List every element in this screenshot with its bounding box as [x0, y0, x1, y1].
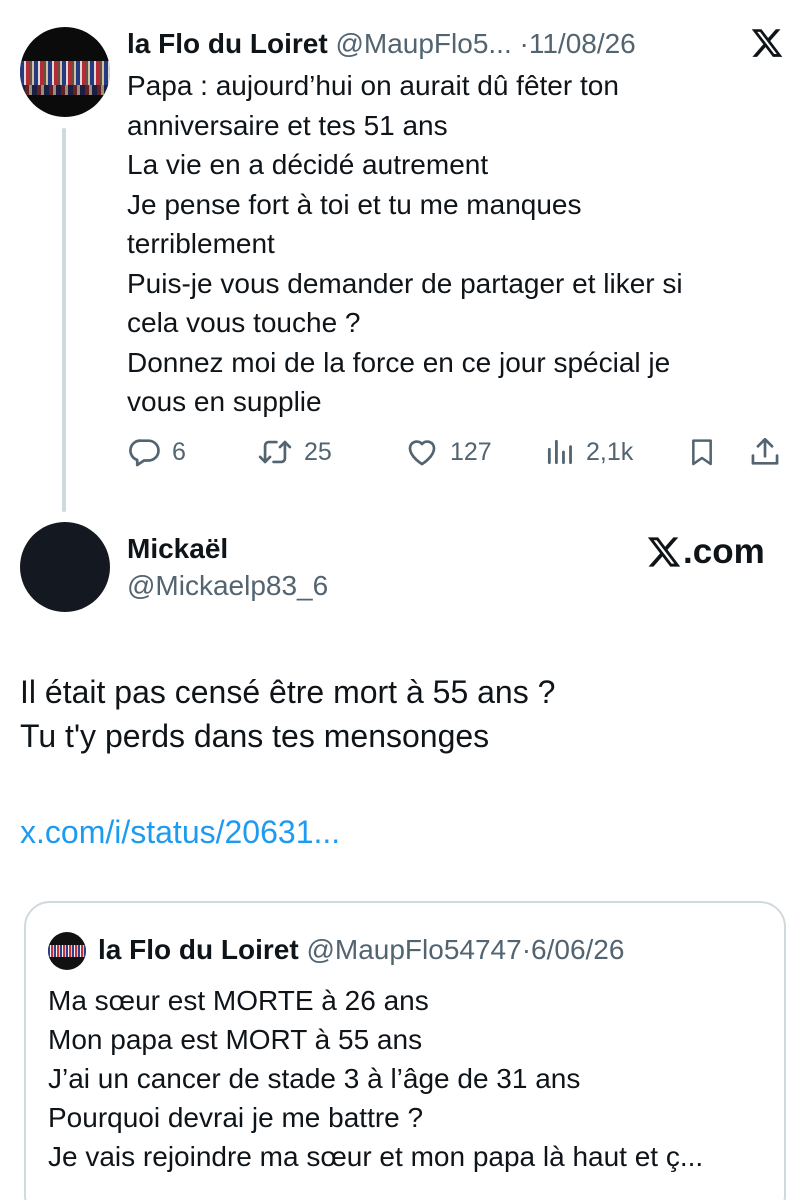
tweet-line: Je vais rejoindre ma sœur et mon papa là… [48, 1141, 704, 1172]
thread-connector-line [62, 128, 66, 512]
share-button[interactable] [748, 432, 782, 472]
status-link[interactable]: x.com/i/status/20631... [20, 810, 340, 854]
tweet-line: La vie en a décidé autrement [127, 149, 489, 180]
views-icon [547, 439, 572, 465]
tweet-header: la Flo du Loiret @MaupFlo5... ·11/08/26 [127, 27, 636, 61]
tweet-line: J’ai un cancer de stade 3 à l’âge de 31 … [48, 1063, 581, 1094]
quoted-author-name: la Flo du Loiret [98, 934, 299, 965]
tweet-line: Mon papa est MORT à 55 ans [48, 1024, 423, 1055]
tweet-line: vous en supplie [127, 386, 322, 417]
share-icon [751, 437, 779, 465]
x-logo-icon [647, 537, 681, 567]
screenshot: la Flo du Loiret @MaupFlo5... ·11/08/26 … [0, 0, 804, 1200]
like-count: 127 [450, 437, 492, 466]
meta-separator: · [519, 28, 529, 59]
bookmark-icon [692, 439, 712, 466]
tweet-line: Pourquoi devrai je me battre ? [48, 1102, 424, 1133]
tweet-line: terriblement [127, 228, 275, 259]
repost-count: 25 [304, 437, 332, 466]
like-button[interactable]: 127 [404, 432, 492, 472]
reply-button[interactable]: 6 [128, 432, 186, 472]
tweet-line: anniversaire et tes 51 ans [127, 109, 448, 141]
tweet-line: Il était pas censé être mort à 55 ans ? [20, 674, 556, 710]
views-count: 2,1k [586, 437, 634, 466]
quoted-tweet-card[interactable]: la Flo du Loiret @MaupFlo54747·6/06/26 M… [24, 901, 786, 1200]
repost-icon [258, 440, 292, 464]
bookmark-button[interactable] [686, 432, 718, 472]
quoted-tweet-date: 6/06/26 [531, 934, 625, 965]
quote-author-handle[interactable]: @Mickaelp83_6 [127, 569, 328, 603]
tweet-text: Papa : aujourd’hui on aurait dû fêter to… [127, 66, 767, 422]
tweet-line: cela vous touche ? [127, 307, 361, 338]
repost-button[interactable]: 25 [256, 432, 332, 472]
tweet-line: Tu t'y perds dans tes mensonges [20, 718, 490, 754]
like-icon [408, 440, 436, 466]
avatar-image-detail [20, 61, 110, 85]
reply-count: 6 [172, 437, 186, 466]
brand-domain: .com [683, 532, 765, 571]
tweet-line: Je pense fort à toi et tu me manques [127, 188, 582, 220]
quote-author-avatar[interactable] [20, 522, 110, 612]
author-name[interactable]: la Flo du Loiret [127, 28, 328, 59]
quote-author-name[interactable]: Mickaël [127, 532, 228, 566]
avatar-image-detail [48, 945, 86, 957]
quoted-author-handle: @MaupFlo54747 [306, 934, 522, 965]
tweet-line: Puis-je vous demander de partager et lik… [127, 267, 683, 299]
tweet-line: Ma sœur est MORTE à 26 ans [48, 985, 429, 1016]
tweet-line: Donnez moi de la force en ce jour spécia… [127, 346, 671, 378]
tweet-date[interactable]: 11/08/26 [529, 28, 636, 59]
quoted-author-avatar [48, 932, 86, 970]
author-handle[interactable]: @MaupFlo5... [335, 28, 511, 59]
quoted-tweet-text: Ma sœur est MORTE à 26 ans Mon papa est … [48, 981, 768, 1176]
quote-tweet-text: Il était pas censé être mort à 55 ans ? … [20, 670, 555, 758]
tweet-line: Papa : aujourd’hui on aurait dû fêter to… [127, 70, 619, 101]
avatar-image-detail [20, 85, 110, 95]
quoted-tweet-header: la Flo du Loiret @MaupFlo54747·6/06/26 [98, 932, 624, 968]
views-button[interactable]: 2,1k [544, 432, 633, 472]
x-logo-icon [751, 29, 783, 57]
meta-separator: · [521, 934, 532, 965]
author-avatar[interactable] [20, 27, 110, 117]
reply-icon [129, 439, 160, 467]
x-com-brand: .com [646, 532, 765, 572]
